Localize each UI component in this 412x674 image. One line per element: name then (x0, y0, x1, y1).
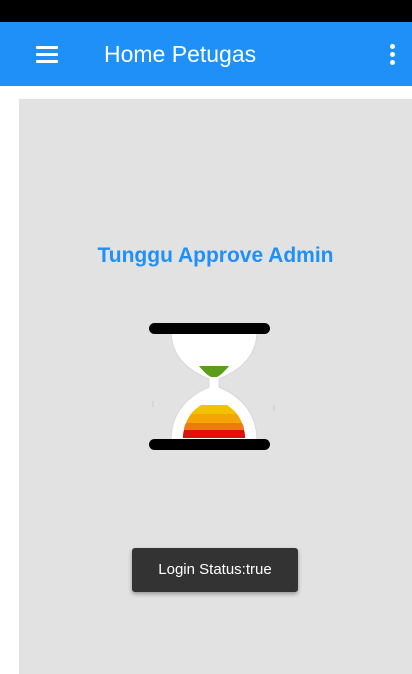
screen: Home Petugas Tunggu Approve Admin Login … (0, 0, 412, 674)
more-vert-icon[interactable] (390, 44, 396, 66)
app-bar: Home Petugas (0, 22, 412, 86)
content-panel: Tunggu Approve Admin Login Status:true (19, 99, 412, 674)
status-bar (0, 0, 412, 22)
approval-status-text: Tunggu Approve Admin (97, 244, 334, 267)
hamburger-menu-icon[interactable] (36, 46, 58, 63)
hourglass-icon (149, 323, 276, 450)
login-status-toast: Login Status:true (132, 548, 298, 592)
app-title: Home Petugas (104, 41, 257, 67)
